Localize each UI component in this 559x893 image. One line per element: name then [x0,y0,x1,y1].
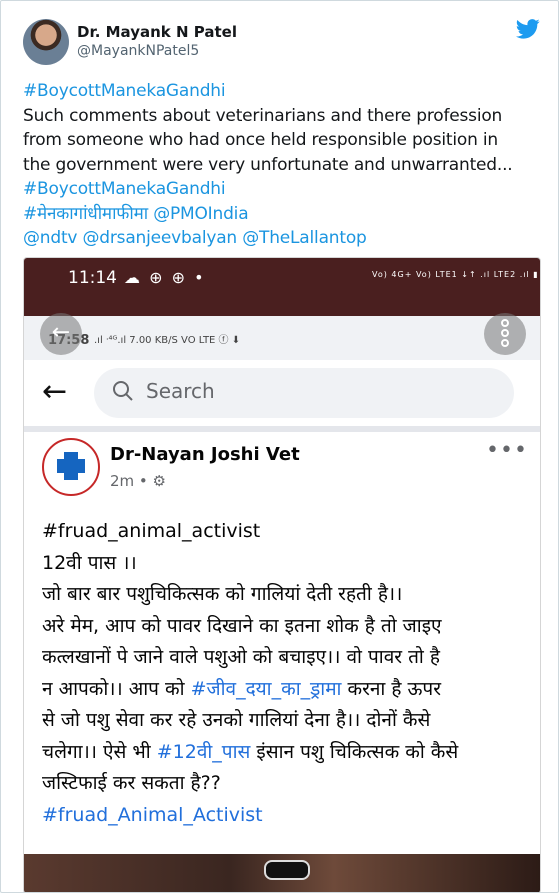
post-line: #fruad_animal_activist [42,520,261,542]
inner-status-icons: .ıl ᐧ⁴ᴳ.ıl 7.00 KB/S VO LTE ⓕ ⬇ [94,335,241,346]
tweet-line: Such comments about veterinarians and th… [23,105,503,126]
post-text: न आपको।। आप को [42,677,191,700]
post-line: कत्लखानों पे जाने वाले पशुओ को बचाइए।। व… [42,646,440,668]
tweet-text: #BoycottManekaGandhi Such comments about … [23,79,548,251]
post-author[interactable]: Dr-Nayan Joshi Vet [110,444,300,465]
post-line: जो बार बार पशुचिकित्सक को गालियां देती र… [42,583,403,605]
menu-dots-icon[interactable] [484,313,526,355]
phone-status-icons: ☁ ⊕ ⊕ • [124,268,206,287]
post-body: #fruad_animal_activist 12वी पास ।। जो बार … [42,516,536,831]
more-icon[interactable]: ••• [486,438,528,463]
post-line: 12वी पास ।। [42,551,137,574]
embedded-screenshot[interactable]: 11:14 ☁ ⊕ ⊕ • Vo) 4G+ Vo) LTE1 ↓↑ .ıl LT… [23,257,541,892]
search-icon [113,381,133,401]
tweet-hashtag-line[interactable]: #BoycottManekaGandhi [23,177,548,202]
author-handle[interactable]: @MayankNPatel5 [77,43,199,59]
post-line: चलेगा।। ऐसे भी #12वी_पास इंसान पशु चिकित… [42,737,536,769]
post-hashtag[interactable]: #12वी_पास [157,741,251,763]
viewer-back-icon[interactable]: ← [40,313,82,355]
phone-status-bar: 11:14 ☁ ⊕ ⊕ • Vo) 4G+ Vo) LTE1 ↓↑ .ıl LT… [24,258,540,316]
phone-signal-icons: Vo) 4G+ Vo) LTE1 ↓↑ .ıl LTE2 .ıl ▮ [372,270,539,279]
post-text: करना है ऊपर [341,677,441,700]
back-arrow-icon[interactable]: ← [42,374,67,409]
post-timestamp: 2m • ⚙ [110,472,166,490]
search-input[interactable]: Search [94,368,514,418]
post-text: इंसान पशु चिकित्सक को कैसे [250,740,459,763]
post-hashtag[interactable]: #fruad_Animal_Activist [42,800,536,832]
post-line: अरे मेम, आप को पावर दिखाने का इतना शोक ह… [42,614,442,637]
tweet-line: the government were very unfortunate and… [23,154,513,175]
tweet-line: from someone who had once held responsib… [23,130,498,150]
post-line: से जो पशु सेवा कर रहे उनको गालियां देना … [42,709,431,731]
post-hashtag[interactable]: #जीव_दया_का_ड्रामा [191,678,342,700]
author-name[interactable]: Dr. Mayank N Patel [77,23,237,41]
post-line: न आपको।। आप को #जीव_दया_का_ड्रामा करना ह… [42,674,536,706]
tweet-hashtag-line[interactable]: #BoycottManekaGandhi [23,79,548,104]
post-photo[interactable] [24,854,540,892]
post-line: जस्टिफाई कर सकता है?? [42,772,221,794]
tweet-card: Dr. Mayank N Patel @MayankNPatel5 #Boyco… [0,0,559,893]
page-logo[interactable] [42,438,100,496]
tweet-hashtag-line[interactable]: #मेनकागांधीमाफीमा @PMOIndia [23,202,548,227]
phone-status-time: 11:14 [68,268,117,288]
tweet-hashtag-line[interactable]: @ndtv @drsanjeevbalyan @TheLallantop [23,226,548,251]
search-placeholder: Search [146,379,215,403]
divider [24,426,540,432]
post-text: चलेगा।। ऐसे भी [42,740,157,763]
twitter-bird-icon[interactable] [516,19,540,39]
avatar[interactable] [23,19,69,65]
